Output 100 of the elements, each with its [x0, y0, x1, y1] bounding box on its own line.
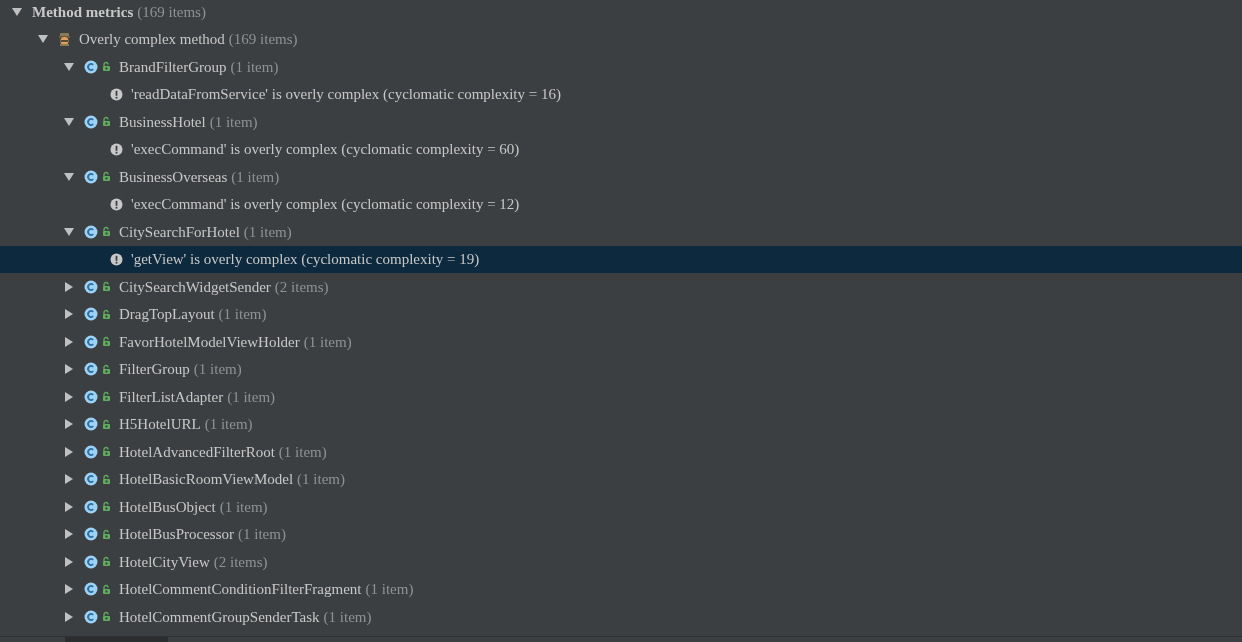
tree-row[interactable]: HotelBusObject (1 item): [0, 493, 1242, 521]
item-count: (1 item): [278, 442, 327, 462]
tree-row[interactable]: FilterListAdapter (1 item): [0, 383, 1242, 411]
node-label: HotelAdvancedFilterRoot: [119, 442, 275, 462]
expand-arrow-icon[interactable]: [64, 419, 74, 430]
item-count: (169 items): [137, 2, 206, 22]
node-label: CitySearchWidgetSender: [119, 277, 271, 297]
tree-row[interactable]: CitySearchWidgetSender (2 items): [0, 273, 1242, 301]
expand-arrow-icon[interactable]: [64, 309, 74, 320]
node-label: Overly complex method: [79, 30, 225, 49]
problem-description: 'execCommand' is overly complex (cyclomatic complexity = 60): [131, 140, 520, 159]
tree-row[interactable]: HotelCityView (2 items): [0, 548, 1242, 576]
tree-row[interactable]: HotelBasicRoomViewModel (1 item): [0, 465, 1242, 493]
class-icon: [84, 499, 98, 514]
warning-icon: [110, 87, 123, 101]
expand-arrow-icon[interactable]: [64, 336, 74, 347]
node-label: HotelBusProcessor: [119, 525, 234, 544]
node-label: HotelCommentGroupSenderTask: [119, 607, 320, 627]
expand-arrow-icon[interactable]: [64, 391, 74, 402]
tree-row[interactable]: BusinessHotel (1 item): [0, 108, 1242, 136]
node-label: HotelCityView: [119, 552, 210, 572]
item-count: (2 items): [213, 552, 268, 572]
problem-description: 'readDataFromService' is overly complex (cyclomatic complexity = 16): [131, 85, 561, 104]
problem-description: 'execCommand' is overly complex (cyclomatic complexity = 12): [131, 195, 520, 214]
unlocked-icon: [102, 583, 111, 595]
collapse-arrow-icon[interactable]: [38, 34, 48, 45]
tree-row[interactable]: HotelBusProcessor (1 item): [0, 520, 1242, 548]
collapse-arrow-icon[interactable]: [64, 226, 74, 237]
tree-row[interactable]: HotelCommentConditionFilterFragment (1 item): [0, 575, 1242, 603]
collapse-arrow-icon[interactable]: [64, 116, 74, 127]
tree-row[interactable]: DragTopLayout (1 item): [0, 300, 1242, 328]
unlocked-icon: [102, 226, 111, 238]
item-count: (1 item): [193, 360, 242, 379]
node-label: FavorHotelModelViewHolder: [119, 332, 300, 352]
expand-arrow-icon[interactable]: [64, 364, 74, 375]
expand-arrow-icon[interactable]: [64, 474, 74, 485]
item-count: (169 items): [228, 30, 298, 49]
expand-arrow-icon[interactable]: [64, 556, 74, 567]
tree-row[interactable]: H5HotelURL (1 item): [0, 410, 1242, 438]
unlocked-icon: [102, 281, 111, 293]
item-count: (1 item): [219, 497, 268, 517]
collapse-arrow-icon[interactable]: [12, 6, 22, 17]
class-icon: [84, 444, 98, 459]
expand-arrow-icon[interactable]: [64, 529, 74, 540]
item-count: (1 item): [243, 222, 292, 242]
tree-row[interactable]: Method metrics (169 items): [0, 0, 1242, 26]
item-count: (1 item): [204, 415, 253, 434]
tree-row[interactable]: Overly complex method (169 items): [0, 25, 1242, 53]
unlocked-icon: [102, 391, 111, 403]
class-icon: [84, 417, 98, 432]
node-label: HotelBusObject: [119, 497, 216, 517]
tree-row[interactable]: 'readDataFromService' is overly complex (cyclomatic complexity = 16): [0, 80, 1242, 108]
tree-row[interactable]: 'execCommand' is overly complex (cyclomatic complexity = 12): [0, 190, 1242, 218]
unlocked-icon: [102, 308, 111, 320]
item-count: (1 item): [230, 57, 279, 77]
collapse-arrow-icon[interactable]: [64, 61, 74, 72]
class-icon: [84, 362, 98, 377]
warning-icon: [110, 197, 123, 211]
unlocked-icon: [102, 501, 111, 513]
warning-icon: [110, 142, 123, 156]
item-count: (1 item): [227, 387, 276, 407]
node-label: Method metrics: [32, 2, 134, 22]
class-icon: [84, 307, 98, 322]
tree-row[interactable]: HotelAdvancedFilterRoot (1 item): [0, 438, 1242, 466]
item-count: (1 item): [238, 525, 286, 544]
node-label: DragTopLayout: [119, 305, 215, 324]
node-label: BusinessHotel: [119, 112, 206, 132]
selected-tree-row[interactable]: 'getView' is overly complex (cyclomatic complexity = 19): [0, 245, 1242, 273]
tree-row[interactable]: HotelCommentGroupSenderTask (1 item): [0, 603, 1242, 631]
node-label: FilterGroup: [119, 360, 190, 379]
item-count: (1 item): [365, 580, 414, 599]
tree-row[interactable]: CitySearchForHotel (1 item): [0, 218, 1242, 246]
expand-arrow-icon[interactable]: [64, 446, 74, 457]
tree-row[interactable]: BrandFilterGroup (1 item): [0, 53, 1242, 81]
expand-arrow-icon[interactable]: [64, 281, 74, 292]
tree-row[interactable]: FilterGroup (1 item): [0, 355, 1242, 383]
node-label: CitySearchForHotel: [119, 222, 240, 242]
unlocked-icon: [102, 363, 111, 375]
unlocked-icon: [102, 61, 111, 73]
class-icon: [84, 527, 98, 542]
warning-icon: [110, 252, 123, 266]
collapse-arrow-icon[interactable]: [64, 171, 74, 182]
item-count: (1 item): [323, 607, 372, 627]
node-label: H5HotelURL: [119, 415, 201, 434]
unlocked-icon: [102, 171, 111, 183]
item-count: (1 item): [209, 112, 258, 132]
class-icon: [84, 114, 98, 129]
expand-arrow-icon[interactable]: [64, 611, 74, 622]
unlocked-icon: [102, 336, 111, 348]
tree-row[interactable]: FavorHotelModelViewHolder (1 item): [0, 328, 1242, 356]
expand-arrow-icon[interactable]: [64, 584, 74, 595]
unlocked-icon: [102, 116, 111, 128]
expand-arrow-icon[interactable]: [64, 501, 74, 512]
tree-row[interactable]: 'execCommand' is overly complex (cyclomatic complexity = 60): [0, 135, 1242, 163]
unlocked-icon: [102, 556, 111, 568]
class-icon: [84, 279, 98, 294]
item-count: (1 item): [218, 305, 267, 324]
tree-row[interactable]: BusinessOverseas (1 item): [0, 163, 1242, 191]
node-label: HotelCommentConditionFilterFragment: [119, 580, 362, 599]
class-icon: [84, 582, 98, 597]
